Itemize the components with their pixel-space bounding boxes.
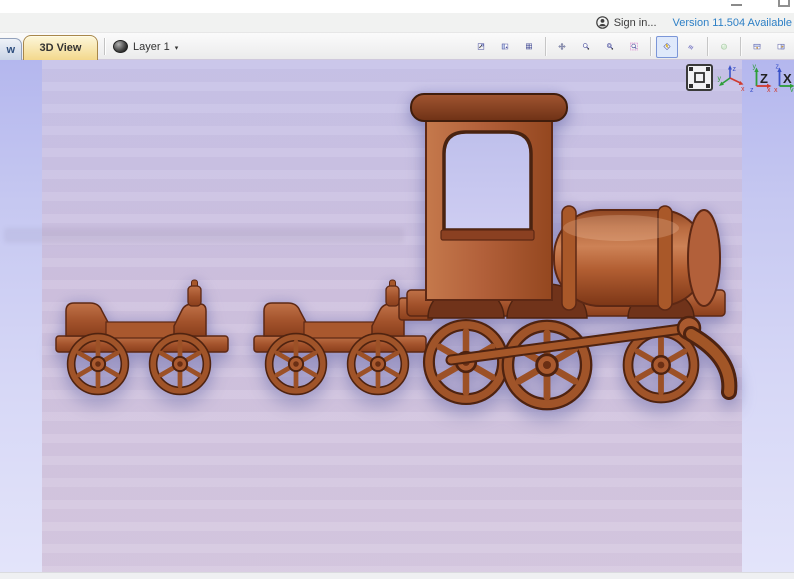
toolbar-separator bbox=[740, 37, 741, 56]
sign-in-label: Sign in... bbox=[613, 16, 657, 29]
chevron-down-icon: ▾ bbox=[174, 44, 179, 52]
view-tab-bar: w 3D View Layer 1 ▾ bbox=[0, 33, 794, 60]
save-shaded-image-icon[interactable] bbox=[713, 36, 735, 58]
title-bar bbox=[0, 0, 794, 13]
toolbar-separator bbox=[104, 38, 105, 55]
toolbar-separator bbox=[707, 37, 708, 56]
minimize-icon[interactable] bbox=[731, 4, 742, 6]
view-along-x-icon[interactable]: z y x X bbox=[774, 62, 794, 92]
color-shaded-view-icon[interactable] bbox=[656, 35, 678, 58]
svg-text:y: y bbox=[718, 76, 722, 83]
toolbar-separator bbox=[545, 37, 546, 56]
layer-selector-label: Layer 1 bbox=[133, 40, 170, 53]
application-window: Sign in... Version 11.504 Available w 3D… bbox=[0, 0, 794, 579]
svg-text:z: z bbox=[776, 64, 780, 71]
train-model bbox=[47, 93, 738, 413]
menu-bar: Sign in... Version 11.504 Available bbox=[0, 13, 794, 33]
svg-text:y: y bbox=[790, 87, 794, 92]
bottom-edge-bar bbox=[0, 572, 794, 579]
toggle-toolpath-drawing-icon[interactable] bbox=[680, 36, 702, 58]
tab-2d-view-partial[interactable]: w bbox=[0, 38, 22, 60]
tab-3d-view[interactable]: 3D View bbox=[23, 35, 98, 60]
layer-selector[interactable]: Layer 1 ▾ bbox=[113, 38, 178, 55]
toolbar-separator bbox=[650, 37, 651, 56]
svg-text:z: z bbox=[750, 87, 754, 92]
svg-text:y: y bbox=[753, 64, 757, 71]
maximize-icon[interactable] bbox=[778, 0, 790, 7]
window-layout-icon[interactable] bbox=[494, 36, 516, 58]
view-toolbar bbox=[470, 35, 792, 58]
zoom-to-drawing-icon[interactable] bbox=[470, 36, 492, 58]
scale-to-fit-icon[interactable] bbox=[686, 64, 713, 91]
train-wagon-1 bbox=[56, 280, 228, 391]
3d-viewport[interactable]: z y x y x z Z z y x X bbox=[0, 60, 794, 572]
tab-3d-view-label: 3D View bbox=[39, 42, 82, 54]
sign-in-button[interactable]: Sign in... bbox=[595, 16, 657, 29]
pan-icon[interactable] bbox=[551, 36, 573, 58]
snap-grid-icon[interactable] bbox=[518, 36, 540, 58]
split-view-horizontal-icon[interactable] bbox=[746, 36, 768, 58]
version-link[interactable]: Version 11.504 Available bbox=[673, 17, 792, 29]
layer-icon bbox=[113, 40, 128, 53]
split-view-vertical-icon[interactable] bbox=[770, 36, 792, 58]
zoom-selected-icon[interactable] bbox=[623, 36, 645, 58]
svg-text:x: x bbox=[774, 87, 778, 92]
train-wagon-2 bbox=[254, 280, 426, 391]
svg-text:x: x bbox=[767, 87, 771, 92]
svg-text:z: z bbox=[733, 66, 737, 73]
svg-text:X: X bbox=[783, 71, 792, 86]
svg-text:Z: Z bbox=[760, 71, 768, 86]
view-along-z-icon[interactable]: y x z Z bbox=[750, 62, 774, 92]
user-circle-icon bbox=[595, 16, 609, 29]
zoom-interactive-icon[interactable] bbox=[575, 36, 597, 58]
train-locomotive bbox=[398, 93, 738, 404]
zoom-box-icon[interactable] bbox=[599, 36, 621, 58]
tab-2d-view-partial-label: w bbox=[6, 43, 15, 56]
